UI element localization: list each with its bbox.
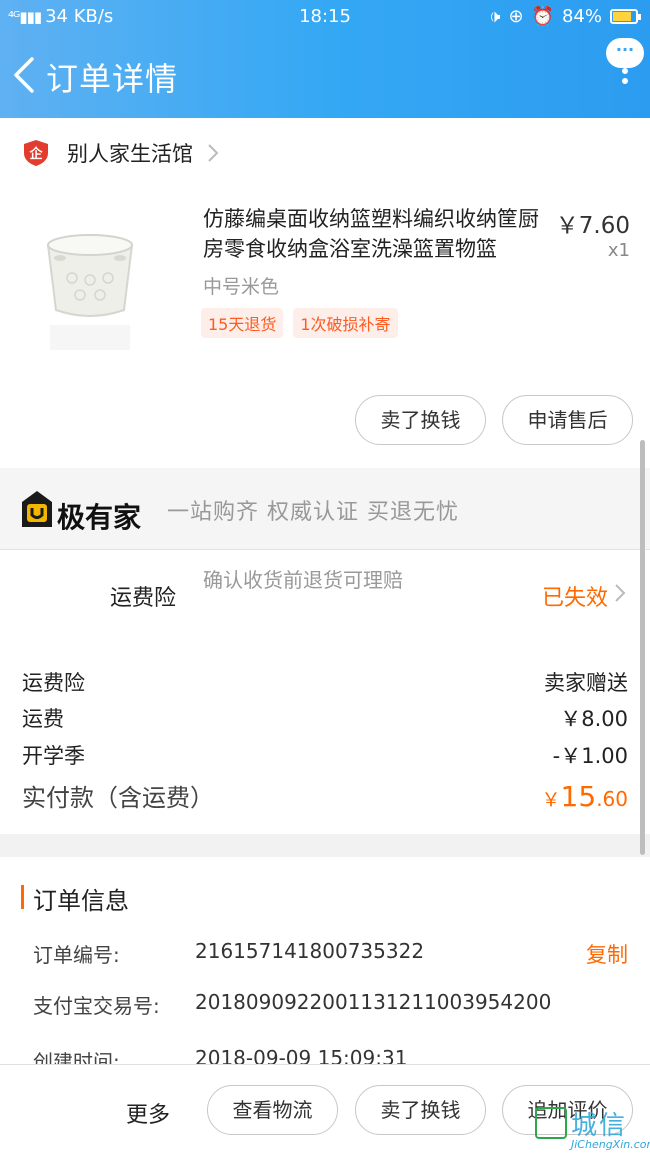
lock-rotation-icon: ⊕ [508,6,524,27]
fee-label: 开学季 [22,744,85,768]
more-button[interactable]: 更多 [126,1097,170,1129]
more-vertical-icon[interactable] [614,68,636,84]
after-sale-button[interactable]: 申请售后 [502,395,633,445]
service-tags: 15天退货 1次破损补寄 [201,308,398,338]
order-info-section: 订单信息 订单编号: 216157141800735322 复制 支付宝交易号:… [0,857,650,1067]
total-label: 实付款（含运费） [22,784,214,812]
header: ⁴ᴳ▮▮▮ 34 KB/s 18:15 🕩 ⊕ ⏰ 84% 订单详情 ··· [0,0,650,118]
svg-text:企: 企 [28,146,43,162]
silent-icon: 🕩 [489,6,501,27]
status-bar: ⁴ᴳ▮▮▮ 34 KB/s 18:15 🕩 ⊕ ⏰ 84% [0,0,650,34]
section-accent-bar [21,885,24,909]
fee-value: -￥1.00 [552,744,628,768]
more-menu-button[interactable]: ··· [606,38,644,68]
jiyoujia-banner: 极有家 一站购齐 权威认证 买退无忧 [0,468,650,550]
back-arrow-icon[interactable] [8,55,44,95]
insurance-status[interactable]: 已失效 [542,580,608,612]
page-title: 订单详情 [46,60,179,98]
chevron-right-icon [208,144,219,162]
total-amount: ￥15.60 [542,780,628,813]
sell-for-cash-button[interactable]: 卖了换钱 [355,395,486,445]
view-logistics-button[interactable]: 查看物流 [207,1085,338,1135]
fee-value: 卖家赠送 [544,671,628,695]
total-integer: 15 [560,780,597,813]
product-thumbnail[interactable] [30,200,150,370]
fee-row-insurance: 运费险 卖家赠送 [22,667,628,697]
total-currency: ￥ [541,789,561,811]
alipay-number-label: 支付宝交易号: [33,994,160,1018]
jiyoujia-logo-icon [22,491,52,527]
payment-summary: 运费险 确认收货前退货可理赔 已失效 运费险 卖家赠送 运费 ￥8.00 开学季… [0,550,650,834]
watermark-domain: JiChengXin.com [571,1138,650,1151]
enterprise-shield-icon: 企 [24,140,48,166]
battery-percent: 84% [561,6,602,27]
fee-row-shipping: 运费 ￥8.00 [22,703,628,733]
battery-icon [610,9,641,24]
order-number-label: 订单编号: [33,943,120,967]
order-number-value: 216157141800735322 [195,939,425,963]
fee-label: 运费险 [22,671,85,695]
order-item-card: 企 别人家生活馆 仿藤编桌面收纳篮塑料编织收纳筐厨房零食收纳盒浴室洗澡篮置物篮 … [0,118,650,468]
product-title[interactable]: 仿藤编桌面收纳篮塑料编织收纳筐厨房零食收纳盒浴室洗澡篮置物篮 [203,204,548,264]
total-decimal: .60 [596,787,628,811]
tag-return: 15天退货 [201,308,284,338]
shop-link[interactable]: 企 别人家生活馆 [22,138,219,168]
fee-row-discount: 开学季 -￥1.00 [22,740,628,770]
shop-name: 别人家生活馆 [67,142,193,166]
order-info-title: 订单信息 [33,887,129,915]
insurance-desc: 确认收货前退货可理赔 [203,568,403,592]
copy-button[interactable]: 复制 [586,939,628,969]
product-price: ￥7.60 [555,213,630,239]
scrollbar[interactable] [640,440,645,855]
fee-value: ￥8.00 [560,707,628,731]
product-quantity: x1 [607,240,630,261]
alarm-icon: ⏰ [531,6,554,27]
total-row: 实付款（含运费） ￥15.60 [22,778,628,813]
site-watermark: 城信 JiChengXin.com [533,1103,650,1153]
watermark-logo-icon [535,1107,567,1139]
fee-label: 运费 [22,707,64,731]
sell-for-cash-button[interactable]: 卖了换钱 [355,1085,486,1135]
jiyoujia-slogan: 一站购齐 权威认证 买退无忧 [167,500,459,525]
watermark-text: 城信 [571,1111,628,1141]
chevron-right-icon[interactable] [614,583,626,603]
alipay-number-value: 2018090922001131211003954200 [195,990,552,1014]
tag-reship: 1次破损补寄 [293,308,398,338]
product-spec: 中号米色 [203,276,280,298]
status-right: 🕩 ⊕ ⏰ 84% [489,6,641,27]
jiyoujia-name: 极有家 [57,501,142,534]
insurance-label: 运费险 [110,586,177,611]
